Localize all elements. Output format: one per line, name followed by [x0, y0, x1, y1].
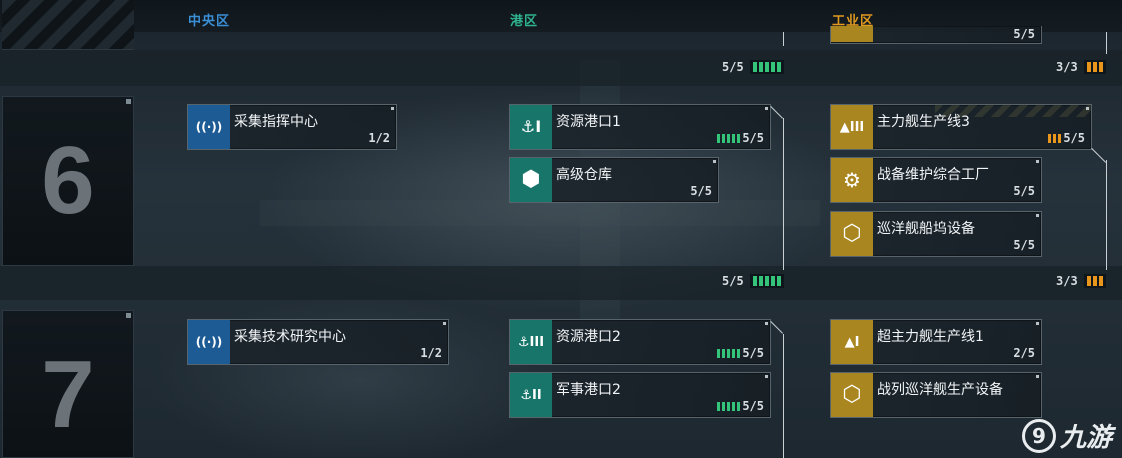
building-card-resource-port-1[interactable]: ⚓I 资源港口1 5/5: [509, 104, 771, 150]
industrial-progress-bars: [1083, 274, 1106, 288]
port-progress-tier6: 5/5: [722, 274, 784, 288]
building-name: 巡洋舰船坞设备: [877, 221, 975, 237]
card-corner-pin: [1086, 107, 1089, 110]
watermark-text: 九游: [1059, 423, 1112, 453]
card-corner-pin: [713, 160, 716, 163]
signal-icon: ((·)): [188, 105, 230, 149]
card-corner-pin: [1036, 322, 1039, 325]
building-name: 战列巡洋舰生产设备: [877, 382, 1003, 398]
building-count: 5/5: [742, 399, 764, 413]
card-corner-pin: [1036, 375, 1039, 378]
connector-line: [770, 321, 784, 334]
card-corner-pin: [765, 375, 768, 378]
tier-corner-marker: [126, 313, 131, 318]
building-card-collect-research[interactable]: ((·)) 采集技术研究中心 1/2: [187, 319, 449, 365]
building-name: 超主力舰生产线1: [877, 329, 984, 345]
building-count: 5/5: [690, 184, 712, 198]
wrench-icon: ⚙: [831, 158, 873, 202]
building-count: 5/5: [1013, 238, 1035, 252]
watermark-logo-icon: 9: [1021, 418, 1056, 453]
connector-line: [783, 118, 784, 270]
building-card-military-port-2[interactable]: ⚓II 军事港口2 5/5: [509, 372, 771, 418]
level-bars: [717, 402, 740, 411]
industrial-progress-tier6: 3/3: [1056, 274, 1106, 288]
level-bars: [717, 349, 740, 358]
industrial-progress-bars: [1083, 60, 1106, 74]
building-name: 资源港口1: [556, 114, 621, 130]
background-deck: [260, 200, 820, 226]
building-card-super-capital-line-1[interactable]: ▲I 超主力舰生产线1 2/5: [830, 319, 1042, 365]
building-count: 5/5: [742, 346, 764, 360]
industrial-progress-top: 3/3: [1056, 60, 1106, 74]
connector-line: [1106, 32, 1107, 54]
building-count: 5/5: [1013, 27, 1035, 41]
building-name: 采集技术研究中心: [234, 329, 346, 345]
card-corner-pin: [443, 322, 446, 325]
zone-title-central: 中央区: [188, 14, 231, 29]
level-bars: [717, 134, 740, 143]
port-progress-value: 5/5: [722, 274, 744, 288]
connector-line: [783, 32, 784, 46]
hex-dock-icon: ⬡: [831, 212, 873, 256]
building-card-partial[interactable]: 5/5: [830, 26, 1042, 44]
separator-strip-top: [0, 50, 1122, 86]
port-progress-bars: [749, 60, 784, 74]
tier-block-7: 7: [2, 310, 134, 458]
building-count: 2/5: [1013, 346, 1035, 360]
building-card-advanced-warehouse[interactable]: ⬢ 高级仓库 5/5: [509, 157, 719, 203]
industrial-progress-value: 3/3: [1056, 60, 1078, 74]
crates-icon: ⬢: [510, 158, 552, 202]
shipyard-icon: ▲III: [831, 105, 873, 149]
port-progress-bars: [749, 274, 784, 288]
building-card-battlecruiser-facility[interactable]: ⬡ 战列巡洋舰生产设备: [830, 372, 1042, 418]
signal-icon: ((·)): [188, 320, 230, 364]
connector-line: [1091, 148, 1107, 163]
header-hazard-stripes: [2, 0, 134, 50]
watermark: 9 九游: [1021, 417, 1112, 454]
anchor-icon: ⚓III: [510, 320, 552, 364]
port-progress-value: 5/5: [722, 60, 744, 74]
separator-strip-tier6: [0, 266, 1122, 300]
hex-ship-icon: ⬡: [831, 373, 873, 417]
industrial-progress-value: 3/3: [1056, 274, 1078, 288]
building-name: 军事港口2: [556, 382, 621, 398]
building-count: 1/2: [368, 131, 390, 145]
building-name: 战备维护综合工厂: [877, 167, 989, 183]
building-card-collect-command[interactable]: ((·)) 采集指挥中心 1/2: [187, 104, 397, 150]
connector-line: [1106, 160, 1107, 270]
building-name: 采集指挥中心: [234, 114, 318, 130]
card-corner-pin: [765, 322, 768, 325]
tier-block-6: 6: [2, 96, 134, 266]
port-progress-top: 5/5: [722, 60, 784, 74]
building-card-cruiser-dock[interactable]: ⬡ 巡洋舰船坞设备 5/5: [830, 211, 1042, 257]
building-card-capital-line-3[interactable]: ▲III 主力舰生产线3 5/5: [830, 104, 1092, 150]
level-bars: [1048, 134, 1061, 143]
card-corner-pin: [765, 107, 768, 110]
building-count: 1/2: [420, 346, 442, 360]
building-name: 主力舰生产线3: [877, 114, 970, 130]
card-corner-pin: [391, 107, 394, 110]
building-count: 5/5: [742, 131, 764, 145]
building-count: 5/5: [1063, 131, 1085, 145]
building-card-resource-port-2[interactable]: ⚓III 资源港口2 5/5: [509, 319, 771, 365]
tier-number: 7: [41, 341, 95, 448]
shipyard-icon: ▲I: [831, 320, 873, 364]
tier-corner-marker: [126, 99, 131, 104]
card-corner-pin: [1036, 160, 1039, 163]
tier-number: 6: [41, 127, 95, 234]
zone-title-port: 港区: [510, 14, 539, 29]
card-corner-pin: [1036, 214, 1039, 217]
building-name: 资源港口2: [556, 329, 621, 345]
building-card-maintenance-factory[interactable]: ⚙ 战备维护综合工厂 5/5: [830, 157, 1042, 203]
shipyard-icon: [831, 26, 873, 42]
anchor-missile-icon: ⚓II: [510, 373, 552, 417]
building-count: 5/5: [1013, 184, 1035, 198]
anchor-icon: ⚓I: [510, 105, 552, 149]
connector-line: [770, 106, 784, 119]
connector-line: [783, 334, 784, 458]
building-name: 高级仓库: [556, 167, 612, 183]
